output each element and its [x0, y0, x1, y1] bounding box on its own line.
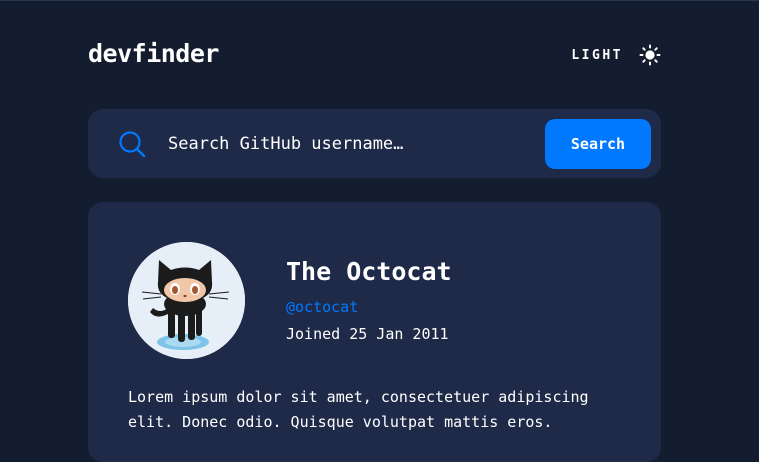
search-button[interactable]: Search: [545, 119, 651, 169]
top-border: [0, 0, 759, 1]
app-logo: devfinder: [88, 39, 219, 68]
profile-card: The Octocat @octocat Joined 25 Jan 2011 …: [88, 202, 661, 462]
header: devfinder LIGHT: [88, 36, 661, 74]
octocat-avatar: [128, 242, 245, 359]
search-bar: Search: [88, 109, 661, 178]
search-input[interactable]: [168, 129, 538, 159]
theme-toggle-label: LIGHT: [571, 47, 623, 63]
profile-name: The Octocat: [286, 257, 452, 286]
theme-toggle-button[interactable]: LIGHT: [571, 41, 661, 69]
profile-joined-date: Joined 25 Jan 2011: [286, 325, 449, 343]
sun-icon: [639, 44, 661, 66]
profile-bio: Lorem ipsum dolor sit amet, consectetuer…: [128, 388, 589, 431]
profile-login-link[interactable]: @octocat: [286, 298, 358, 316]
search-icon: [119, 131, 146, 158]
